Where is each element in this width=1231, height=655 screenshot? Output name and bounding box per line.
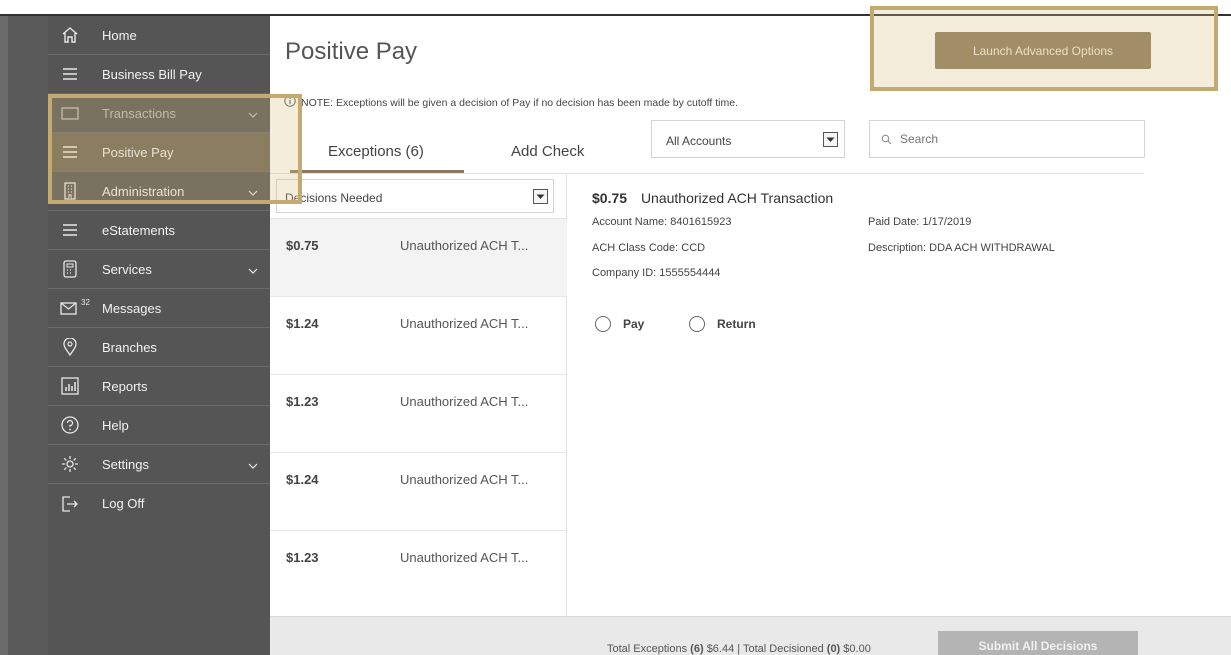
cutoff-note: NOTE: Exceptions will be given a decisio… bbox=[284, 95, 738, 110]
total-decisioned-label: Total Decisioned bbox=[743, 643, 824, 655]
exception-description: Unauthorized ACH T... bbox=[400, 316, 529, 331]
sidebar-item-label: eStatements bbox=[102, 222, 175, 238]
detail-header: $0.75 Unauthorized ACH Transaction bbox=[592, 190, 833, 206]
return-option-label: Return bbox=[717, 317, 756, 331]
totals-summary: Total Exceptions (6) $6.44 | Total Decis… bbox=[607, 643, 871, 655]
chevron-down-icon bbox=[533, 189, 548, 204]
sidebar-item-messages[interactable]: 32 Messages bbox=[48, 289, 270, 328]
question-icon bbox=[60, 415, 80, 435]
tab-exceptions[interactable]: Exceptions (6) bbox=[328, 143, 424, 160]
total-exceptions-count: (6) bbox=[690, 643, 704, 655]
gear-icon bbox=[60, 454, 80, 474]
total-decisioned-amount: $0.00 bbox=[843, 643, 871, 655]
sidebar-item-label: Home bbox=[102, 27, 137, 43]
exception-row[interactable]: $1.24 Unauthorized ACH T... bbox=[270, 296, 567, 374]
detail-title: Unauthorized ACH Transaction bbox=[640, 190, 834, 206]
search-input[interactable] bbox=[900, 132, 1130, 146]
main-content: Positive Pay NOTE: Exceptions will be gi… bbox=[270, 16, 1231, 655]
search-field bbox=[869, 120, 1145, 158]
sidebar-item-services[interactable]: Services bbox=[48, 250, 270, 289]
detail-amount: $0.75 bbox=[592, 190, 628, 206]
exception-amount: $0.75 bbox=[286, 238, 319, 253]
chevron-down-icon bbox=[823, 132, 838, 147]
total-exceptions-label: Total Exceptions bbox=[607, 643, 688, 655]
pay-option[interactable]: Pay bbox=[595, 316, 644, 332]
decisions-footer: Total Exceptions (6) $6.44 | Total Decis… bbox=[270, 616, 1231, 655]
detail-description: Description: DDA ACH WITHDRAWAL bbox=[868, 242, 1055, 254]
exception-row[interactable]: $0.75 Unauthorized ACH T... bbox=[270, 218, 567, 296]
highlight-frame-launch-advanced bbox=[870, 6, 1218, 91]
search-icon bbox=[881, 134, 892, 148]
tab-add-check[interactable]: Add Check bbox=[511, 143, 584, 160]
page-title: Positive Pay bbox=[285, 38, 418, 65]
exceptions-list: Decisions Needed $0.75 Unauthorized ACH … bbox=[270, 174, 567, 616]
return-radio[interactable] bbox=[689, 316, 705, 332]
sidebar-item-reports[interactable]: Reports bbox=[48, 367, 270, 406]
exception-description: Unauthorized ACH T... bbox=[400, 472, 529, 487]
exception-description: Unauthorized ACH T... bbox=[400, 394, 529, 409]
sidebar-item-label: Help bbox=[102, 417, 129, 433]
menu-icon bbox=[60, 64, 80, 84]
detail-company-id: Company ID: 1555554444 bbox=[592, 267, 721, 279]
return-option[interactable]: Return bbox=[689, 316, 756, 332]
total-decisioned-count: (0) bbox=[826, 643, 841, 655]
account-select[interactable]: All Accounts bbox=[651, 120, 845, 158]
sidebar-item-home[interactable]: Home bbox=[48, 16, 270, 55]
sidebar-item-label: Log Off bbox=[102, 496, 145, 511]
location-pin-icon bbox=[60, 337, 80, 357]
total-exceptions-amount: $6.44 bbox=[706, 643, 735, 655]
exception-row[interactable]: $1.23 Unauthorized ACH T... bbox=[270, 374, 567, 452]
exception-row[interactable]: $1.24 Unauthorized ACH T... bbox=[270, 452, 567, 530]
detail-ach-class-code: ACH Class Code: CCD bbox=[592, 242, 706, 254]
pay-option-label: Pay bbox=[623, 317, 645, 331]
exception-row[interactable]: $1.23 Unauthorized ACH T... bbox=[270, 530, 567, 616]
menu-icon bbox=[60, 220, 80, 240]
home-icon bbox=[60, 25, 80, 45]
exception-amount: $1.23 bbox=[286, 394, 319, 409]
sidebar-item-business-bill-pay[interactable]: Business Bill Pay bbox=[48, 55, 270, 94]
detail-account-name: Account Name: 8401615923 bbox=[592, 216, 732, 228]
sidebar-item-label: Business Bill Pay bbox=[102, 66, 202, 82]
sidebar-item-branches[interactable]: Branches bbox=[48, 328, 270, 367]
highlight-frame-positive-pay bbox=[48, 94, 302, 204]
cutoff-note-text: NOTE: Exceptions will be given a decisio… bbox=[301, 96, 738, 109]
sidebar-item-label: Services bbox=[102, 261, 152, 277]
left-rail-edge bbox=[0, 16, 8, 655]
sidebar-item-label: Messages bbox=[102, 300, 162, 316]
sidebar-item-estatements[interactable]: eStatements bbox=[48, 211, 270, 250]
decision-filter-select[interactable]: Decisions Needed bbox=[276, 179, 554, 213]
sidebar-item-label: Reports bbox=[102, 378, 148, 394]
sidebar-item-label: Settings bbox=[102, 456, 149, 472]
chevron-down-icon bbox=[248, 457, 258, 472]
account-select-value: All Accounts bbox=[666, 134, 732, 148]
sidebar-item-settings[interactable]: Settings bbox=[48, 445, 270, 484]
logout-icon bbox=[60, 494, 80, 514]
chevron-down-icon bbox=[248, 262, 258, 277]
sidebar-item-help[interactable]: Help bbox=[48, 406, 270, 445]
pay-radio[interactable] bbox=[595, 316, 611, 332]
sidebar-item-label: Branches bbox=[102, 339, 157, 355]
exception-amount: $1.23 bbox=[286, 550, 319, 565]
mail-icon bbox=[60, 298, 80, 318]
sidebar-item-log-off[interactable]: Log Off bbox=[48, 484, 270, 523]
exception-amount: $1.24 bbox=[286, 316, 319, 331]
exception-description: Unauthorized ACH T... bbox=[400, 238, 529, 253]
totals-separator: | bbox=[737, 643, 741, 655]
calculator-icon bbox=[60, 259, 80, 279]
exception-description: Unauthorized ACH T... bbox=[400, 550, 529, 565]
exception-amount: $1.24 bbox=[286, 472, 319, 487]
bar-chart-icon bbox=[60, 376, 80, 396]
messages-count-badge: 32 bbox=[81, 298, 90, 307]
detail-paid-date: Paid Date: 1/17/2019 bbox=[868, 216, 972, 228]
submit-all-decisions-button[interactable]: Submit All Decisions bbox=[938, 631, 1138, 655]
